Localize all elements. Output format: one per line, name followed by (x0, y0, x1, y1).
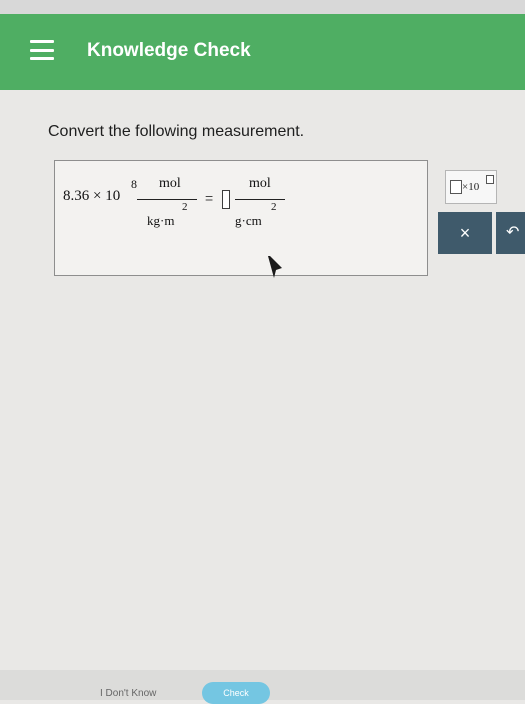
clear-button[interactable]: × (438, 212, 492, 254)
equals-sign: = (205, 190, 214, 206)
scientific-notation-button[interactable]: ×10 (445, 170, 497, 204)
check-button[interactable]: Check (202, 682, 270, 704)
answer-panel: 8.36 × 10 8 mol 2 kg·m = mol 2 g·cm (54, 160, 428, 276)
hamburger-menu-icon[interactable] (30, 40, 54, 60)
given-denominator-power: 2 (182, 201, 188, 213)
target-fraction-bar (235, 199, 285, 200)
mouse-pointer-icon (268, 256, 282, 278)
dont-know-link[interactable]: I Don't Know (100, 688, 156, 699)
close-icon: × (459, 223, 471, 243)
given-fraction-bar (137, 199, 197, 200)
browser-top-strip (0, 0, 525, 15)
undo-icon: ↶ (506, 224, 520, 241)
given-numerator: mol (159, 176, 181, 191)
target-denominator: g·cm (235, 213, 262, 228)
sci-coefficient-box-icon (450, 180, 462, 194)
target-denominator-power: 2 (271, 201, 277, 213)
given-coefficient: 8.36 × 10 (63, 188, 121, 204)
app-header: Knowledge Check (0, 14, 525, 90)
page-title: Knowledge Check (87, 40, 251, 61)
given-denominator: kg·m (147, 213, 175, 228)
target-numerator: mol (249, 176, 271, 191)
sci-exponent-box-icon (486, 175, 494, 184)
given-exponent: 8 (131, 177, 137, 191)
sci-notation-label: ×10 (462, 181, 480, 193)
footer-bar: I Don't Know Check (0, 670, 525, 704)
undo-button[interactable]: ↶ (496, 212, 525, 254)
answer-input[interactable] (222, 190, 230, 209)
question-prompt: Convert the following measurement. (48, 123, 305, 140)
